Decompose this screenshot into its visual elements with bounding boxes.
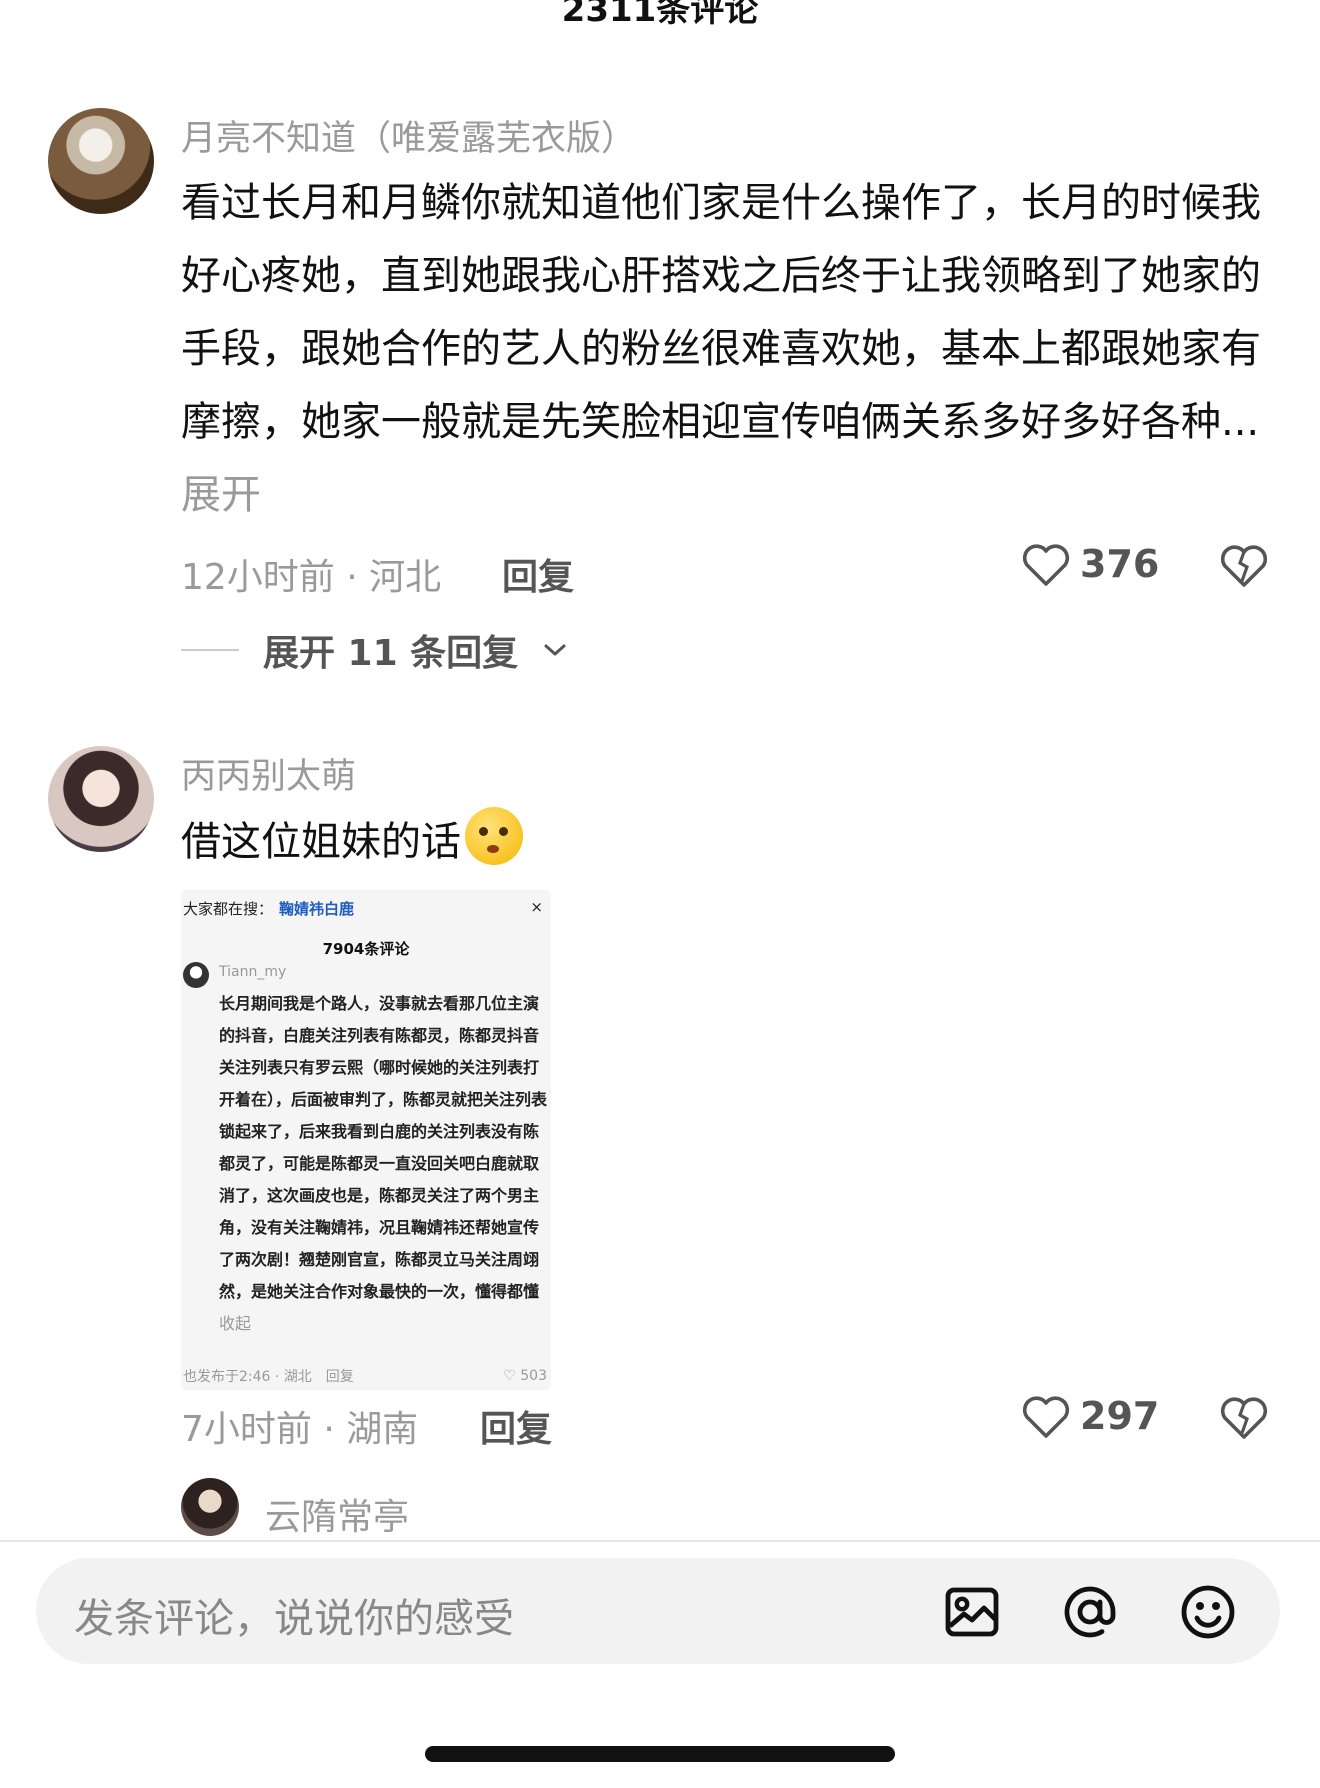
- embed-body: 长月期间我是个路人，没事就去看那几位主演的抖音，白鹿关注列表有陈都灵，陈都灵抖音…: [219, 988, 547, 1340]
- dislike-icon[interactable]: [1220, 1394, 1268, 1440]
- comment-meta: 7小时前 · 湖南: [181, 1409, 419, 1450]
- like-count: 376: [1080, 542, 1160, 586]
- embed-reply: 回复: [325, 1369, 354, 1385]
- expand-replies-button[interactable]: 展开 11 条回复: [181, 624, 568, 676]
- avatar[interactable]: [181, 1478, 239, 1536]
- divider-line: [181, 649, 239, 651]
- heart-icon: [1022, 1396, 1070, 1438]
- dislike-icon[interactable]: [1220, 542, 1268, 588]
- like-count: 297: [1080, 1394, 1160, 1438]
- like-button[interactable]: 297: [1022, 1394, 1159, 1438]
- embed-username: Tiann_my: [219, 964, 287, 980]
- embed-body-text: 长月期间我是个路人，没事就去看那几位主演的抖音，白鹿关注列表有陈都灵，陈都灵抖音…: [219, 994, 548, 1301]
- chevron-down-icon: [544, 644, 566, 656]
- embed-search-term: 鞠婧祎白鹿: [279, 900, 355, 918]
- comment-count-title: 2311条评论: [561, 0, 759, 30]
- embed-search-prefix: 大家都在搜：: [183, 900, 274, 918]
- embed-fold-label: 收起: [219, 1314, 252, 1333]
- embed-search-bar: 大家都在搜： 鞠婧祎白鹿 ×: [183, 898, 543, 919]
- comment-body: 借这位姐妹的话: [181, 819, 461, 865]
- emoji-icon[interactable]: [1178, 1582, 1238, 1642]
- comment-username[interactable]: 丙丙别太萌: [181, 748, 356, 799]
- reply-button[interactable]: 回复: [480, 1400, 552, 1452]
- comment-input-bar[interactable]: 发条评论，说说你的感受: [36, 1558, 1280, 1664]
- expand-text-link[interactable]: 展开: [181, 472, 261, 518]
- next-comment-preview: 云隋常亭: [0, 1478, 1320, 1542]
- comment-text: 借这位姐妹的话: [181, 806, 1261, 879]
- reply-button[interactable]: 回复: [502, 548, 574, 600]
- thinking-emoji-icon: [465, 807, 523, 865]
- close-icon: ×: [530, 898, 543, 916]
- avatar[interactable]: [48, 746, 154, 852]
- embed-footer: 也发布于2:46 · 湖北 回复 ♡ 503: [183, 1366, 547, 1386]
- embed-like-count: 503: [520, 1368, 547, 1384]
- avatar[interactable]: [48, 108, 154, 214]
- at-icon[interactable]: [1060, 1582, 1120, 1642]
- embed-avatar: [183, 962, 209, 988]
- input-divider: [0, 1540, 1320, 1542]
- comment-input-placeholder[interactable]: 发条评论，说说你的感受: [74, 1586, 514, 1644]
- embed-comment-count: 7904条评论: [322, 940, 410, 958]
- comment-body: 看过长月和月鳞你就知道他们家是什么操作了，长月的时候我好心疼她，直到她跟我心肝搭…: [181, 180, 1261, 445]
- like-button[interactable]: 376: [1022, 542, 1159, 586]
- comment-image[interactable]: 大家都在搜： 鞠婧祎白鹿 × 7904条评论 Tiann_my 长月期间我是个路…: [181, 890, 551, 1390]
- comment-username[interactable]: 云隋常亭: [265, 1488, 409, 1540]
- image-icon[interactable]: [942, 1582, 1002, 1642]
- heart-icon: [1022, 544, 1070, 586]
- comment-username[interactable]: 月亮不知道（唯爱露芜衣版）: [181, 110, 636, 161]
- home-indicator[interactable]: [425, 1746, 895, 1762]
- expand-replies-label: 展开 11 条回复: [263, 633, 519, 674]
- embed-likes: ♡ 503: [503, 1368, 547, 1384]
- comment-text: 看过长月和月鳞你就知道他们家是什么操作了，长月的时候我好心疼她，直到她跟我心肝搭…: [181, 167, 1261, 532]
- comment-meta: 12小时前 · 河北: [181, 557, 442, 598]
- embed-meta: 也发布于2:46 · 湖北: [183, 1369, 312, 1385]
